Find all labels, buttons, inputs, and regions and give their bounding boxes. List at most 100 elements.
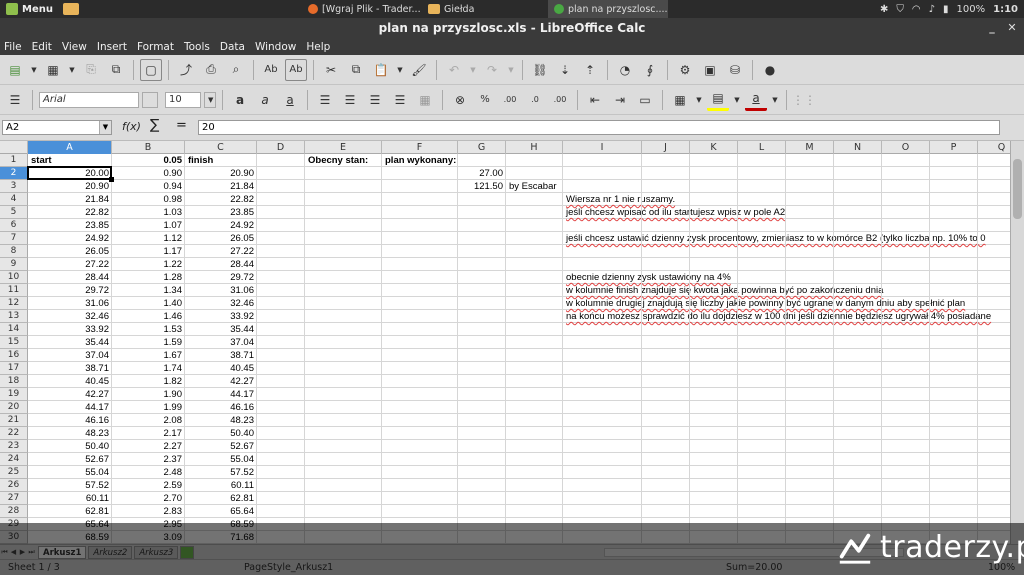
paste-dropdown-icon[interactable]: ▼: [395, 59, 405, 81]
instruction-cell[interactable]: w kolumnie drugiej znajdują się liczby j…: [563, 297, 965, 310]
borders-icon[interactable]: ▦: [669, 89, 691, 111]
table-cell[interactable]: 50.40: [28, 440, 112, 453]
table-cell[interactable]: 2.48: [112, 466, 185, 479]
undo-dropdown-icon[interactable]: ▼: [468, 59, 478, 81]
row-header[interactable]: 16: [0, 349, 28, 362]
menu-edit[interactable]: Edit: [32, 41, 52, 53]
table-cell[interactable]: 33.92: [28, 323, 112, 336]
table-cell[interactable]: 46.16: [185, 401, 257, 414]
table-cell[interactable]: 28.44: [185, 258, 257, 271]
battery-icon[interactable]: ▮: [943, 4, 949, 15]
taskbar-task-firefox[interactable]: [Wgraj Plik - Trader...: [302, 0, 420, 18]
sum-button[interactable]: ∑: [150, 117, 159, 133]
column-header-f[interactable]: F: [382, 141, 458, 154]
row-header[interactable]: 10: [0, 271, 28, 284]
templates-icon[interactable]: ▦: [42, 59, 64, 81]
column-header-d[interactable]: D: [257, 141, 305, 154]
print-icon[interactable]: ⎙: [200, 59, 222, 81]
undo-icon[interactable]: ↶: [443, 59, 465, 81]
open-dropdown-icon[interactable]: ▼: [67, 59, 77, 81]
grid-toggle-icon[interactable]: ⋮⋮: [792, 89, 816, 111]
paste-icon[interactable]: 📋: [370, 59, 392, 81]
export-pdf-icon[interactable]: ⤴: [175, 59, 197, 81]
styles-icon[interactable]: ☰: [4, 89, 26, 111]
page-style[interactable]: PageStyle_Arkusz1: [244, 562, 333, 573]
cut-icon[interactable]: ✂: [320, 59, 342, 81]
table-cell[interactable]: 60.11: [28, 492, 112, 505]
font-name-dropdown-icon[interactable]: [142, 91, 158, 108]
row-header[interactable]: 6: [0, 219, 28, 232]
column-header-a[interactable]: A: [28, 141, 112, 154]
column-header-c[interactable]: C: [185, 141, 257, 154]
table-cell[interactable]: 3.09: [112, 531, 185, 544]
table-cell[interactable]: 1.46: [112, 310, 185, 323]
row-header[interactable]: 19: [0, 388, 28, 401]
font-name-input[interactable]: Arial: [39, 91, 139, 108]
table-cell[interactable]: 37.04: [185, 336, 257, 349]
table-cell[interactable]: 1.74: [112, 362, 185, 375]
taskbar-task-calc[interactable]: plan na przyszlosc....: [548, 0, 668, 18]
row-header[interactable]: 15: [0, 336, 28, 349]
table-cell[interactable]: 38.71: [28, 362, 112, 375]
table-cell[interactable]: 1.82: [112, 375, 185, 388]
image-icon[interactable]: ▣: [699, 59, 721, 81]
copy-icon[interactable]: ⧉: [345, 59, 367, 81]
background-dropdown-icon[interactable]: ▼: [732, 89, 742, 111]
table-cell[interactable]: 65.64: [28, 518, 112, 531]
pivot-icon[interactable]: ∮: [639, 59, 661, 81]
table-cell[interactable]: 0.98: [112, 193, 185, 206]
row-header[interactable]: 4: [0, 193, 28, 206]
sheet-tab-arkusz3[interactable]: Arkusz3: [134, 545, 179, 559]
new-document-icon[interactable]: ▤: [4, 59, 26, 81]
row-header[interactable]: 29: [0, 518, 28, 531]
column-header-m[interactable]: M: [786, 141, 834, 154]
column-header-e[interactable]: E: [305, 141, 382, 154]
row-header[interactable]: 5: [0, 206, 28, 219]
delete-decimal-icon[interactable]: .00: [549, 89, 571, 111]
table-cell[interactable]: 52.67: [185, 440, 257, 453]
row-header[interactable]: 25: [0, 466, 28, 479]
table-cell[interactable]: 62.81: [185, 492, 257, 505]
column-header-j[interactable]: J: [642, 141, 690, 154]
table-cell[interactable]: 2.59: [112, 479, 185, 492]
first-sheet-icon[interactable]: ⏮: [0, 548, 9, 557]
table-cell[interactable]: 1.53: [112, 323, 185, 336]
prev-sheet-icon[interactable]: ◀: [9, 548, 18, 556]
decimal-format-icon[interactable]: .00: [499, 89, 521, 111]
last-sheet-icon[interactable]: ⏭: [27, 548, 36, 557]
table-cell[interactable]: 71.68: [185, 531, 257, 544]
row-header[interactable]: 14: [0, 323, 28, 336]
table-cell[interactable]: 60.11: [185, 479, 257, 492]
table-cell[interactable]: 24.92: [185, 219, 257, 232]
new-dropdown-icon[interactable]: ▼: [29, 59, 39, 81]
instruction-cell[interactable]: jeśli chcesz wpisać od ilu startujesz wp…: [563, 206, 785, 219]
table-cell[interactable]: 32.46: [185, 297, 257, 310]
table-cell[interactable]: 1.03: [112, 206, 185, 219]
formula-input[interactable]: 20: [198, 120, 1000, 135]
menu-tools[interactable]: Tools: [184, 41, 210, 53]
column-header-b[interactable]: B: [112, 141, 185, 154]
updates-shield-icon[interactable]: ⛉: [896, 4, 904, 15]
currency-format-icon[interactable]: ⊗: [449, 89, 471, 111]
row-header[interactable]: 1: [0, 154, 28, 167]
table-cell[interactable]: 1.40: [112, 297, 185, 310]
indent-icon[interactable]: ▭: [634, 89, 656, 111]
table-cell[interactable]: 1.22: [112, 258, 185, 271]
table-cell[interactable]: 48.23: [28, 427, 112, 440]
function-wizard-button[interactable]: f(x): [122, 120, 141, 133]
scrollbar-thumb[interactable]: [1013, 159, 1022, 219]
table-cell[interactable]: 40.45: [28, 375, 112, 388]
table-cell[interactable]: 1.12: [112, 232, 185, 245]
justify-icon[interactable]: ☰: [389, 89, 411, 111]
row-header[interactable]: 30: [0, 531, 28, 544]
spellcheck-icon[interactable]: Ab: [260, 59, 282, 81]
sort-descending-icon[interactable]: ⇡: [579, 59, 601, 81]
row-header[interactable]: 12: [0, 297, 28, 310]
increase-indent-icon[interactable]: ⇥: [609, 89, 631, 111]
database-icon[interactable]: ⛁: [724, 59, 746, 81]
table-cell[interactable]: 20.90: [28, 180, 112, 193]
table-cell[interactable]: by Escabar: [506, 180, 557, 193]
table-cell[interactable]: 28.44: [28, 271, 112, 284]
comment-icon[interactable]: ●: [759, 59, 781, 81]
edit-mode-icon[interactable]: ▢: [140, 58, 162, 81]
